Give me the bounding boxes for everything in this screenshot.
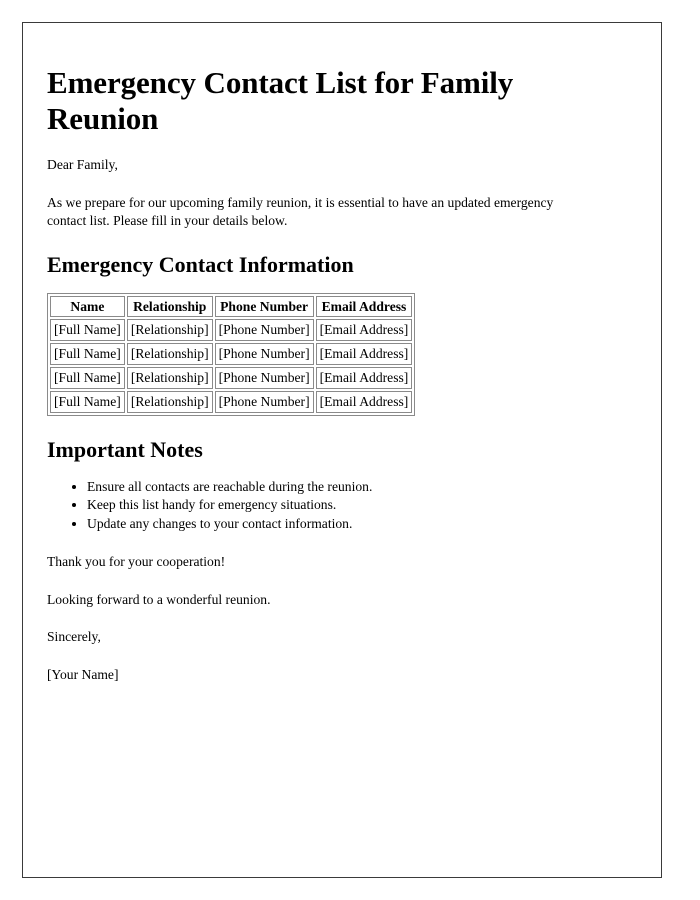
cell-relationship[interactable]: [Relationship] — [126, 343, 213, 366]
cell-phone-number[interactable]: [Phone Number] — [214, 319, 314, 342]
table-row: [Full Name] [Relationship] [Phone Number… — [50, 367, 413, 390]
list-item: Ensure all contacts are reachable during… — [87, 478, 637, 497]
cell-name[interactable]: [Full Name] — [50, 391, 125, 414]
cell-phone-number[interactable]: [Phone Number] — [214, 367, 314, 390]
cell-relationship[interactable]: [Relationship] — [126, 391, 213, 414]
table-row: [Full Name] [Relationship] [Phone Number… — [50, 343, 413, 366]
emergency-contact-table: Name Relationship Phone Number Email Add… — [47, 292, 416, 417]
cell-email-address[interactable]: [Email Address] — [315, 343, 413, 366]
column-header-relationship: Relationship — [126, 295, 213, 318]
cell-email-address[interactable]: [Email Address] — [315, 319, 413, 342]
list-item: Update any changes to your contact infor… — [87, 515, 637, 534]
cell-name[interactable]: [Full Name] — [50, 319, 125, 342]
signature-placeholder: [Your Name] — [47, 667, 119, 683]
document-page: Emergency Contact List for Family Reunio… — [22, 22, 662, 878]
closing-forward: Looking forward to a wonderful reunion. — [47, 591, 271, 607]
cell-phone-number[interactable]: [Phone Number] — [214, 391, 314, 414]
cell-email-address[interactable]: [Email Address] — [315, 367, 413, 390]
column-header-name: Name — [50, 295, 125, 318]
table-row: [Full Name] [Relationship] [Phone Number… — [50, 391, 413, 414]
closing-thanks: Thank you for your cooperation! — [47, 553, 226, 569]
cell-phone-number[interactable]: [Phone Number] — [214, 343, 314, 366]
table-row: [Full Name] [Relationship] [Phone Number… — [50, 319, 413, 342]
cell-relationship[interactable]: [Relationship] — [126, 319, 213, 342]
salutation: Dear Family, — [47, 156, 118, 172]
cell-email-address[interactable]: [Email Address] — [315, 391, 413, 414]
cell-name[interactable]: [Full Name] — [50, 343, 125, 366]
closing-signoff: Sincerely, — [47, 629, 101, 645]
column-header-phone-number: Phone Number — [214, 295, 314, 318]
intro-paragraph: As we prepare for our upcoming family re… — [47, 194, 554, 229]
section-heading-contact-information: Emergency Contact Information — [47, 252, 354, 278]
cell-relationship[interactable]: [Relationship] — [126, 367, 213, 390]
table-header-row: Name Relationship Phone Number Email Add… — [50, 295, 413, 318]
document-body: Emergency Contact List for Family Reunio… — [23, 23, 661, 685]
column-header-email-address: Email Address — [315, 295, 413, 318]
list-item: Keep this list handy for emergency situa… — [87, 496, 637, 515]
table-body: [Full Name] [Relationship] [Phone Number… — [50, 319, 413, 414]
important-notes-list: Ensure all contacts are reachable during… — [47, 478, 637, 534]
page-title: Emergency Contact List for Family Reunio… — [47, 65, 514, 136]
cell-name[interactable]: [Full Name] — [50, 367, 125, 390]
table-header: Name Relationship Phone Number Email Add… — [50, 295, 413, 318]
section-heading-important-notes: Important Notes — [47, 437, 203, 463]
